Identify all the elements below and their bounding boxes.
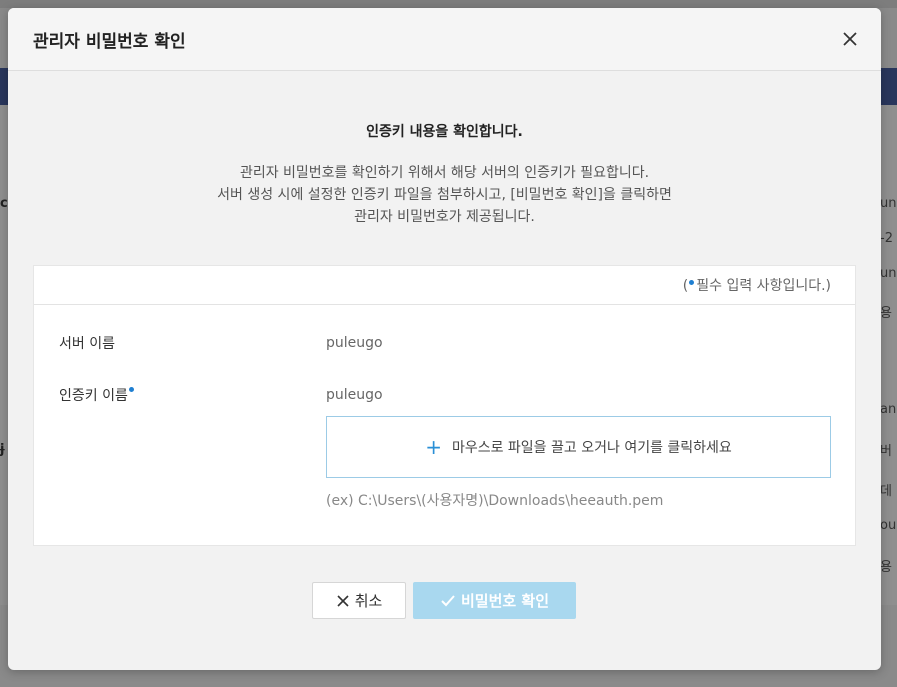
background-right-text: ou	[880, 518, 897, 533]
file-dropzone[interactable]: + 마우스로 파일을 끌고 오거나 여기를 클릭하세요	[326, 416, 831, 478]
confirm-password-button[interactable]: 비밀번호 확인	[413, 582, 576, 619]
cancel-button-label: 취소	[354, 592, 383, 610]
close-icon	[336, 594, 350, 608]
panel-divider	[34, 304, 855, 305]
dialog-description: 관리자 비밀번호를 확인하기 위해서 해당 서버의 인증키가 필요합니다. 서버…	[8, 162, 881, 228]
background-right-text: 데	[880, 484, 892, 499]
cancel-button[interactable]: 취소	[312, 582, 406, 619]
dialog-header: 관리자 비밀번호 확인	[8, 8, 881, 71]
check-icon	[440, 594, 456, 608]
required-dot-icon	[689, 280, 695, 285]
background-right-text: un	[880, 266, 897, 281]
close-button[interactable]	[839, 28, 861, 50]
server-name-value: puleugo	[326, 335, 383, 351]
key-name-label-wrap: 인증키 이름	[59, 385, 136, 405]
key-name-label: 인증키 이름	[59, 388, 128, 404]
required-dot-icon	[128, 387, 134, 392]
close-icon	[843, 32, 857, 46]
background-left-text: c	[0, 196, 8, 211]
admin-password-dialog: 관리자 비밀번호 확인 인증키 내용을 확인합니다. 관리자 비밀번호를 확인하…	[8, 8, 881, 670]
background-right-text: an	[880, 402, 897, 417]
description-line: 서버 생성 시에 설정한 인증키 파일을 첨부하시고, [비밀번호 확인]을 클…	[217, 187, 672, 203]
form-panel: ( 필수 입력 사항입니다.) 서버 이름 puleugo 인증키 이름 pule…	[33, 265, 856, 546]
dialog-headline: 인증키 내용을 확인합니다.	[366, 124, 523, 140]
background-left-text: ɉ	[0, 442, 5, 457]
required-note-text: 필수 입력 사항입니다.)	[696, 278, 831, 294]
background-right-text: un	[880, 196, 897, 211]
key-name-value: puleugo	[326, 387, 383, 403]
background-right-text: 용	[880, 306, 892, 321]
background-topbar	[0, 0, 897, 8]
server-name-label: 서버 이름	[59, 336, 115, 352]
confirm-button-label: 비밀번호 확인	[460, 592, 550, 610]
required-note: ( 필수 입력 사항입니다.)	[683, 275, 831, 295]
background-right-text: 용	[880, 560, 892, 575]
description-line: 관리자 비밀번호를 확인하기 위해서 해당 서버의 인증키가 필요합니다.	[239, 165, 650, 181]
background-right-text: -2	[880, 231, 893, 246]
description-line: 관리자 비밀번호가 제공됩니다.	[354, 209, 535, 225]
required-note-open: (	[682, 278, 689, 294]
plus-icon: +	[425, 435, 442, 459]
dialog-title: 관리자 비밀번호 확인	[33, 32, 186, 52]
background-right-text: 버	[880, 444, 892, 459]
dropzone-text: 마우스로 파일을 끌고 오거나 여기를 클릭하세요	[451, 440, 732, 456]
file-path-hint: (ex) C:\Users\(사용자명)\Downloads\heeauth.p…	[326, 493, 664, 509]
